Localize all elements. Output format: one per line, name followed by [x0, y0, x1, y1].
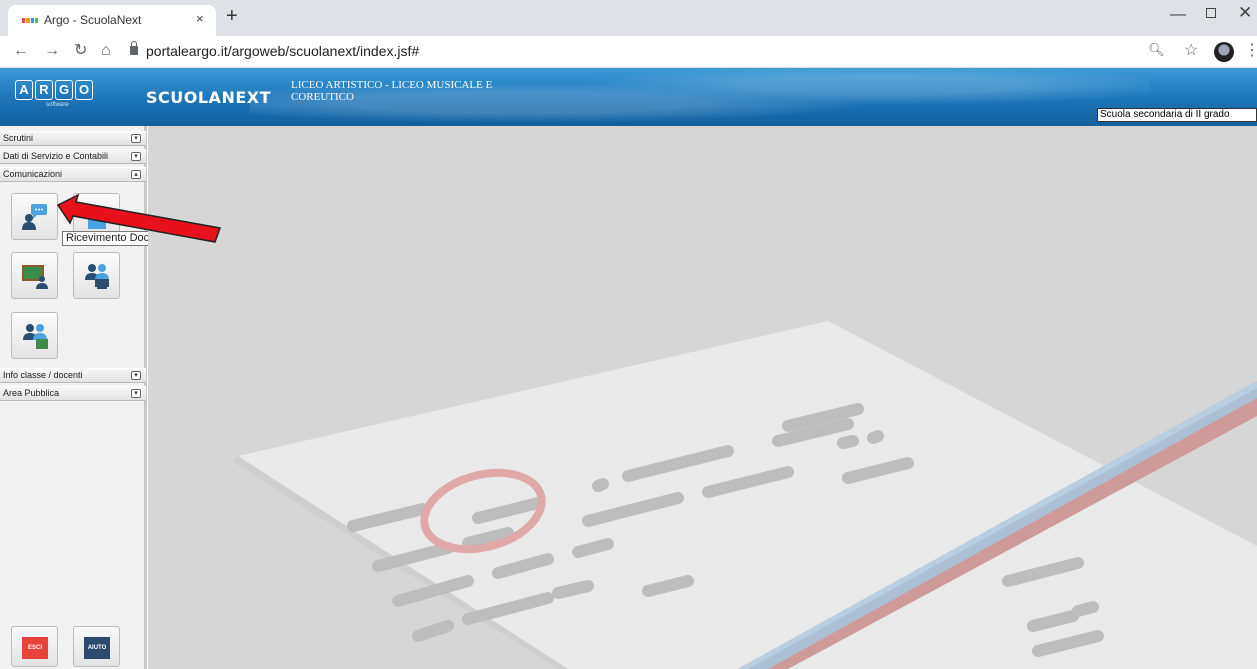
bookmark-star-icon[interactable]: ☆	[1184, 40, 1198, 60]
menu-item-scrutini[interactable]: Scrutini ▾	[0, 131, 146, 146]
meeting-button[interactable]	[73, 252, 120, 299]
help-button[interactable]: AIUTO	[73, 626, 120, 667]
argo-logo: A R G O	[15, 80, 93, 100]
help-label: AIUTO	[84, 637, 110, 659]
menu-item-label: Scrutini	[3, 133, 34, 143]
school-name: LICEO ARTISTICO - LICEO MUSICALE E COREU…	[291, 79, 493, 103]
class-meeting-button[interactable]	[11, 312, 58, 359]
logo-letter: G	[55, 80, 73, 100]
school-type-select[interactable]: Scuola secondaria di II grado	[1097, 108, 1257, 122]
app-header: A R G O software SCUOLANEXT LICEO ARTIST…	[0, 68, 1257, 126]
window-close-icon[interactable]: ✕	[1238, 3, 1252, 23]
home-icon[interactable]: ⌂	[101, 42, 111, 60]
address-bar: ← → ↻ ⌂ portaleargo.it/argoweb/scuolanex…	[0, 36, 1257, 68]
people-board-icon	[23, 324, 48, 349]
expand-toggle-icon[interactable]: ▾	[131, 371, 141, 380]
app-name: SCUOLANEXT	[146, 88, 272, 107]
blackboard-button[interactable]	[11, 252, 58, 299]
expand-toggle-icon[interactable]: ▾	[131, 152, 141, 161]
menu-item-area-pubblica[interactable]: Area Pubblica ▾	[0, 386, 146, 401]
lock-icon[interactable]	[130, 41, 138, 55]
people-computer-icon	[85, 264, 109, 289]
tab-close-icon[interactable]: ×	[196, 11, 204, 26]
menu-item-label: Area Pubblica	[3, 388, 60, 398]
zoom-icon[interactable]: 🔍︎	[1148, 42, 1165, 58]
url-input[interactable]: portaleargo.it/argoweb/scuolanext/index.…	[146, 43, 419, 59]
logo-letter: R	[35, 80, 53, 100]
minimize-icon[interactable]: —	[1170, 6, 1186, 24]
tab-title: Argo - ScuolaNext	[44, 13, 142, 27]
forward-arrow-icon[interactable]: →	[44, 42, 60, 60]
menu-item-label: Info classe / docenti	[3, 370, 83, 380]
browser-tab[interactable]: Argo - ScuolaNext ×	[8, 5, 216, 36]
menu-item-label: Comunicazioni	[3, 169, 63, 179]
new-tab-button[interactable]: +	[226, 6, 238, 26]
collapse-toggle-icon[interactable]: ▴	[131, 170, 141, 179]
paper-pencil-illustration	[233, 321, 1257, 669]
menu-item-dati-servizio[interactable]: Dati di Servizio e Contabili ▾	[0, 149, 146, 164]
exit-button[interactable]: ESCI	[11, 626, 58, 667]
profile-avatar[interactable]	[1214, 42, 1234, 62]
main-content	[148, 126, 1257, 669]
expand-toggle-icon[interactable]: ▾	[131, 389, 141, 398]
browser-tab-bar: Argo - ScuolaNext × + — ✕	[0, 0, 1257, 36]
logo-letter: O	[75, 80, 93, 100]
menu-item-info-classe[interactable]: Info classe / docenti ▾	[0, 368, 146, 383]
expand-toggle-icon[interactable]: ▾	[131, 134, 141, 143]
logo-subtitle: software	[46, 102, 69, 108]
argo-favicon-icon	[22, 18, 38, 23]
maximize-icon[interactable]	[1206, 8, 1216, 18]
reload-icon[interactable]: ↻	[74, 42, 87, 60]
logo-letter: A	[15, 80, 33, 100]
menu-item-comunicazioni[interactable]: Comunicazioni ▴	[0, 167, 146, 182]
browser-menu-icon[interactable]: ⋮	[1244, 40, 1257, 60]
blackboard-teacher-icon	[22, 265, 48, 289]
exit-label: ESCI	[22, 637, 48, 659]
menu-item-label: Dati di Servizio e Contabili	[3, 151, 109, 161]
annotation-arrow	[56, 193, 222, 243]
back-arrow-icon[interactable]: ←	[13, 42, 29, 60]
